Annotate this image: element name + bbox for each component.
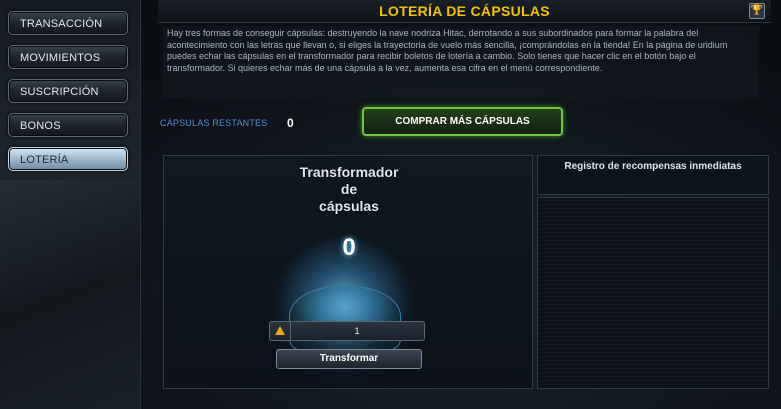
header-bar: LOTERÍA DE CÁPSULAS 🏆 <box>158 0 771 23</box>
capsules-remaining-count: 0 <box>287 116 294 130</box>
nav-item-bonos[interactable]: BONOS <box>8 113 128 137</box>
nav-decoration <box>0 180 140 409</box>
lottery-description: Hay tres formas de conseguir cápsulas: d… <box>163 26 759 98</box>
rewards-log-header: Registro de recompensas inmediatas <box>537 155 769 195</box>
transformer-capsule-count: 0 <box>342 234 356 261</box>
page-title: LOTERÍA DE CÁPSULAS <box>379 3 550 19</box>
increase-quantity-button[interactable] <box>270 322 291 340</box>
nav-item-transaccion[interactable]: TRANSACCIÓN <box>8 11 128 35</box>
quantity-stepper: 1 <box>269 321 425 341</box>
side-nav: TRANSACCIÓN MOVIMIENTOS SUSCRIPCIÓN BONO… <box>0 0 141 409</box>
transform-button[interactable]: Transformar <box>276 349 422 369</box>
capsules-remaining-label: CÁPSULAS RESTANTES <box>160 118 268 128</box>
nav-item-loteria[interactable]: LOTERÍA <box>8 147 128 171</box>
transformer-title-line2: de <box>340 181 358 197</box>
trophy-icon[interactable]: 🏆 <box>749 3 765 19</box>
transformer-panel: Transformador de cápsulas 0 1 Transforma… <box>163 155 533 389</box>
arrow-up-icon <box>275 326 285 335</box>
transformer-title-line3: cápsulas <box>319 198 379 214</box>
rewards-log-list[interactable] <box>537 197 769 389</box>
capsule-transformer-image <box>289 286 401 353</box>
transformer-title-line1: Transformador <box>299 164 399 180</box>
nav-item-suscripcion[interactable]: SUSCRIPCIÓN <box>8 79 128 103</box>
buy-more-capsules-button[interactable]: COMPRAR MÁS CÁPSULAS <box>362 107 563 136</box>
app-root: TRANSACCIÓN MOVIMIENTOS SUSCRIPCIÓN BONO… <box>0 0 781 409</box>
transformer-title: Transformador de cápsulas <box>254 164 444 215</box>
quantity-input[interactable]: 1 <box>292 322 422 340</box>
rewards-log-title: Registro de recompensas inmediatas <box>564 161 742 172</box>
nav-item-movimientos[interactable]: MOVIMIENTOS <box>8 45 128 69</box>
